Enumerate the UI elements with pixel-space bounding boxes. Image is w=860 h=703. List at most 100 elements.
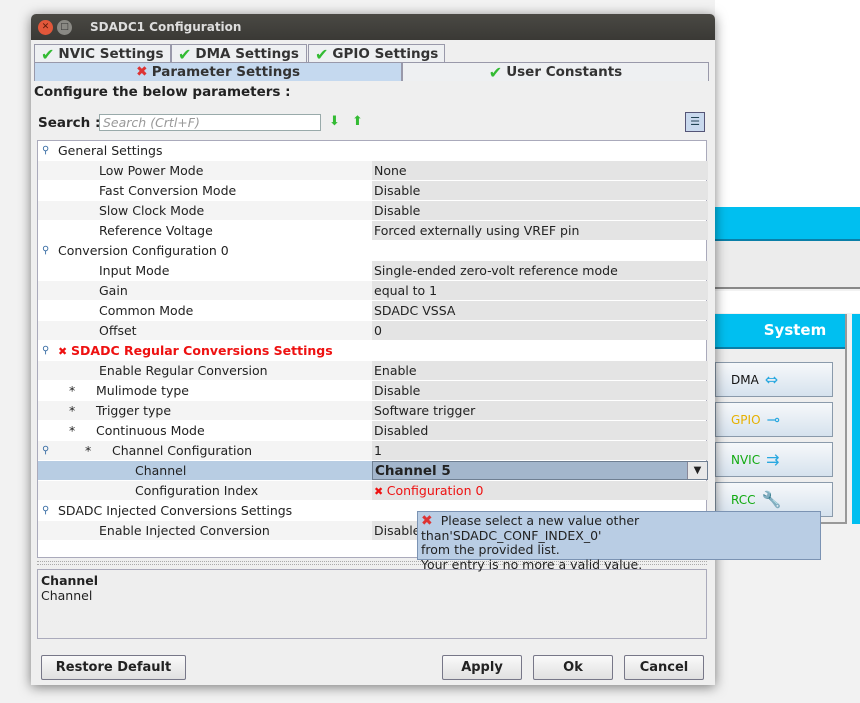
value-text: Disable [374,183,421,198]
table-row[interactable]: ⚲ * Channel Configuration 1 [38,441,708,461]
table-row[interactable]: Slow Clock Mode Disable [38,201,708,221]
tab-user-constants[interactable]: ✔ User Constants [402,62,709,82]
table-row[interactable]: Common Mode SDADC VSSA [38,301,708,321]
config-dialog: ✕ □ SDADC1 Configuration ✔ NVIC Settings ✔… [31,14,715,685]
button-label: RCC [731,492,756,507]
table-row[interactable]: Offset 0 [38,321,708,341]
param-name: Gain [99,283,128,298]
collapse-icon[interactable]: ⚲ [42,441,49,460]
table-row[interactable]: Enable Regular Conversion Enable [38,361,708,381]
channel-select[interactable]: Channel 5 ▼ [372,461,708,480]
table-row[interactable]: * Trigger type Software trigger [38,401,708,421]
param-name: Low Power Mode [99,163,204,178]
chevron-down-icon[interactable]: ▼ [687,462,707,479]
table-row[interactable]: Reference Voltage Forced externally using… [38,221,708,241]
button-label: NVIC [731,452,761,467]
list-view-icon[interactable]: ☰ [685,112,705,132]
window-title: SDADC1 Configuration [90,20,242,34]
parameter-table: ⚲ General Settings Low Power Mode None Fast … [37,140,708,558]
tab-label: DMA Settings [195,46,299,62]
maximize-button[interactable]: □ [57,19,72,35]
table-row[interactable]: ⚲ Conversion Configuration 0 [38,241,706,261]
param-value[interactable]: equal to 1 [372,281,708,300]
param-value[interactable]: Disable [372,381,708,400]
value-text: Disabled [374,423,429,438]
search-prev-icon[interactable]: ⬆ [352,114,363,129]
table-row[interactable]: * Continuous Mode Disabled [38,421,708,441]
table-row[interactable]: Fast Conversion Mode Disable [38,181,708,201]
value-text: Single-ended zero-volt reference mode [374,263,618,278]
table-row[interactable]: * Mulimode type Disable [38,381,708,401]
param-name: Mulimode type [96,383,189,398]
group-label: ✖ SDADC Regular Conversions Settings [58,341,333,360]
background-header-bar [715,207,860,241]
value-text: Forced externally using VREF pin [374,223,580,238]
group-label: SDADC Injected Conversions Settings [58,503,293,518]
tab-dma-settings[interactable]: ✔ DMA Settings [171,44,307,64]
table-row[interactable]: Input Mode Single-ended zero-volt referen… [38,261,708,281]
tab-label: GPIO Settings [332,46,439,62]
rcc-icon: 🔧 [761,490,782,509]
table-row[interactable]: Gain equal to 1 [38,281,708,301]
search-input[interactable]: Search (Crtl+F) [99,114,321,131]
system-dma-button[interactable]: DMA ⇔ [715,362,833,397]
error-icon: ✖ [135,64,148,80]
param-value[interactable]: Forced externally using VREF pin [372,221,708,240]
param-name: Offset [99,323,137,338]
collapse-icon[interactable]: ⚲ [42,141,49,160]
value-text: equal to 1 [374,283,438,298]
param-value[interactable]: 1 [372,441,708,460]
param-name: Channel Configuration [112,443,253,458]
check-icon: ✔ [315,44,329,64]
error-tooltip: ✖ Please select a new value other than'S… [417,511,821,571]
param-value[interactable]: Software trigger [372,401,708,420]
restore-default-button[interactable]: Restore Default [41,655,186,680]
value-text: 1 [374,443,382,458]
system-nvic-button[interactable]: NVIC ⇉ [715,442,833,477]
param-value[interactable]: Single-ended zero-volt reference mode [372,261,708,280]
required-star: * [69,383,76,398]
param-name: Common Mode [99,303,194,318]
tab-label: User Constants [506,64,623,80]
table-row[interactable]: ⚲ ✖ SDADC Regular Conversions Settings [38,341,706,361]
table-row[interactable]: Channel Channel 5 ▼ [38,461,708,481]
required-star: * [69,423,76,438]
param-name: Enable Injected Conversion [99,523,270,538]
tooltip-line: Your entry is no more a valid value. [421,556,643,572]
param-value[interactable]: ✖ Configuration 0 [372,481,708,500]
close-button[interactable]: ✕ [38,19,53,35]
table-row[interactable]: ⚲ General Settings [38,141,706,161]
required-star: * [85,443,92,458]
collapse-icon[interactable]: ⚲ [42,241,49,260]
next-panel [852,314,860,524]
param-value[interactable]: SDADC VSSA [372,301,708,320]
table-row[interactable]: Low Power Mode None [38,161,708,181]
apply-button[interactable]: Apply [442,655,522,680]
tab-parameter-settings[interactable]: ✖ Parameter Settings [34,62,402,81]
dma-icon: ⇔ [764,370,779,389]
value-text: Channel 5 [375,463,451,479]
search-next-icon[interactable]: ⬇ [329,114,340,129]
gpio-icon: ⊸ [766,410,780,429]
error-icon: ✖ [374,485,387,498]
param-name: Trigger type [96,403,172,418]
table-row[interactable]: Configuration Index ✖ Configuration 0 [38,481,708,501]
system-gpio-button[interactable]: GPIO ⊸ [715,402,833,437]
collapse-icon[interactable]: ⚲ [42,501,49,520]
ok-button[interactable]: Ok [533,655,613,680]
nvic-icon: ⇉ [766,450,780,469]
description-text: Channel [41,588,93,603]
param-value[interactable]: None [372,161,708,180]
param-value[interactable]: Disable [372,181,708,200]
group-label: General Settings [58,143,163,158]
param-value[interactable]: Enable [372,361,708,380]
param-value[interactable]: Disabled [372,421,708,440]
tab-label: Parameter Settings [151,64,301,80]
param-name: Reference Voltage [99,223,213,238]
param-value[interactable]: Disable [372,201,708,220]
tab-gpio-settings[interactable]: ✔ GPIO Settings [308,44,445,64]
param-value[interactable]: 0 [372,321,708,340]
cancel-button[interactable]: Cancel [624,655,704,680]
tab-nvic-settings[interactable]: ✔ NVIC Settings [34,44,171,64]
collapse-icon[interactable]: ⚲ [42,341,49,360]
